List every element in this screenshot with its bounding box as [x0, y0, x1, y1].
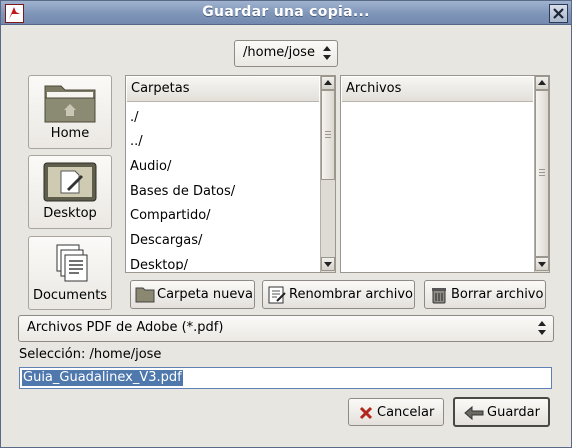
path-value: /home/jose: [243, 45, 315, 60]
path-selector[interactable]: /home/jose: [234, 40, 338, 67]
place-documents[interactable]: Documents: [28, 236, 112, 310]
files-header[interactable]: Archivos: [342, 77, 533, 102]
folder-icon: [135, 287, 155, 303]
arrow-up-icon: [538, 80, 546, 85]
filename-value: Guia_Guadalinex_V3.pdf: [22, 370, 183, 386]
documents-icon: [56, 244, 88, 282]
list-item[interactable]: Desktop/: [130, 254, 188, 270]
place-documents-label: Documents: [32, 288, 108, 303]
cancel-label: Cancelar: [377, 405, 435, 420]
list-item[interactable]: Compartido/: [130, 204, 211, 228]
files-header-label: Archivos: [346, 81, 402, 96]
dialog-content: /home/jose Home Desktop Documents Carpet…: [1, 25, 571, 447]
home-folder-icon: [44, 85, 96, 123]
arrow-down-icon: [538, 262, 546, 267]
file-type-value: Archivos PDF de Adobe (*.pdf): [27, 320, 224, 335]
scroll-thumb[interactable]: [321, 90, 335, 180]
selection-label: Selección: /home/jose: [19, 347, 162, 362]
new-folder-label: Carpeta nueva: [157, 287, 253, 302]
rename-file-label: Renombrar archivo: [289, 287, 414, 302]
scroll-down-button[interactable]: [321, 257, 335, 271]
filename-input[interactable]: Guia_Guadalinex_V3.pdf: [19, 367, 552, 389]
folders-scrollbar[interactable]: [320, 76, 335, 272]
folders-list[interactable]: Carpetas ./ ../ Audio/ Bases de Datos/ C…: [125, 75, 336, 273]
save-copy-dialog: Guardar una copia... /home/jose Home Des…: [0, 0, 572, 448]
list-item[interactable]: ./: [130, 106, 139, 130]
folders-header[interactable]: Carpetas: [127, 77, 319, 102]
place-home[interactable]: Home: [28, 75, 112, 149]
scroll-down-button[interactable]: [535, 257, 549, 271]
delete-file-button[interactable]: Borrar archivo: [424, 280, 546, 309]
rename-icon: [268, 286, 286, 304]
files-scrollbar[interactable]: [534, 76, 549, 272]
updown-arrows-icon: [538, 321, 546, 335]
save-label: Guardar: [487, 405, 540, 420]
list-item[interactable]: ../: [130, 130, 143, 154]
arrow-down-icon: [324, 262, 332, 267]
files-list[interactable]: Archivos: [340, 75, 550, 273]
rename-file-button[interactable]: Renombrar archivo: [262, 280, 415, 309]
cancel-x-icon: [359, 406, 373, 420]
title-bar[interactable]: Guardar una copia...: [1, 1, 571, 25]
delete-file-label: Borrar archivo: [451, 287, 544, 302]
close-icon: [553, 8, 564, 19]
desktop-icon: [43, 162, 97, 202]
save-button[interactable]: Guardar: [453, 397, 550, 427]
close-button[interactable]: [549, 4, 568, 23]
scroll-up-button[interactable]: [535, 76, 549, 90]
updown-arrows-icon: [323, 46, 331, 60]
place-desktop-label: Desktop: [43, 206, 97, 221]
list-item[interactable]: Audio/: [130, 155, 171, 179]
list-item[interactable]: Bases de Datos/: [130, 180, 235, 204]
window-title: Guardar una copia...: [202, 4, 370, 20]
place-desktop[interactable]: Desktop: [28, 155, 112, 229]
new-folder-button[interactable]: Carpeta nueva: [130, 280, 255, 309]
list-item[interactable]: Descargas/: [130, 229, 202, 253]
arrow-up-icon: [324, 80, 332, 85]
save-arrow-icon: [464, 405, 484, 421]
scroll-up-button[interactable]: [321, 76, 335, 90]
place-home-label: Home: [50, 126, 90, 141]
file-type-filter[interactable]: Archivos PDF de Adobe (*.pdf): [18, 315, 554, 342]
cancel-button[interactable]: Cancelar: [348, 398, 444, 426]
scroll-thumb[interactable]: [535, 90, 549, 257]
trash-icon: [432, 288, 446, 304]
folders-header-label: Carpetas: [131, 81, 190, 96]
